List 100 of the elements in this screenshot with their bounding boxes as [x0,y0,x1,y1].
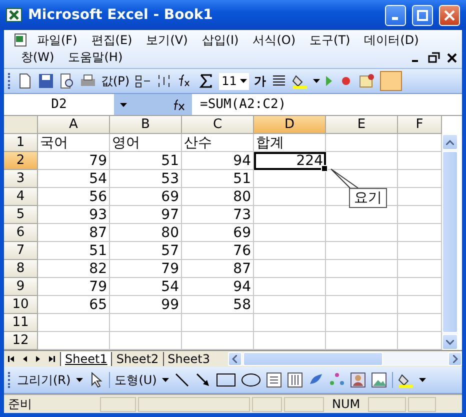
paste-values-button[interactable]: 값(P) [101,72,130,90]
table-cell: 79 [38,152,110,170]
table-cell: 82 [38,260,110,278]
status-text: 준비 [8,396,33,413]
leader-line [330,168,360,190]
arrow-icon[interactable] [194,372,211,388]
menu-item[interactable]: 도움말(H) [61,49,130,66]
table-cell: 57 [110,242,182,260]
status-panel [100,396,136,412]
table-cell: 69 [110,188,182,206]
column-header[interactable]: F [398,116,442,134]
fill-color-icon[interactable] [292,73,308,90]
formula-field[interactable]: =SUM(A2:C2) [192,97,286,112]
sum-icon[interactable] [198,73,214,90]
table-cell: 87 [182,260,254,278]
last-sheet-icon[interactable] [46,354,56,364]
grid-swatch-icon[interactable] [380,71,402,92]
name-box-caret-icon[interactable] [120,102,127,107]
vertical-text-box-icon[interactable] [286,372,303,388]
scroll-left-button[interactable] [228,352,242,366]
status-panel [408,396,436,412]
menu-item[interactable]: 도구(T) [302,32,358,49]
column-header[interactable]: C [182,116,254,134]
scroll-down-button[interactable] [442,334,458,350]
row-header[interactable]: 10 [4,296,38,314]
function-icon[interactable] [172,98,186,111]
table-cell: 69 [182,224,254,242]
minimize-button[interactable] [385,4,406,26]
clip-art-icon[interactable] [350,372,366,388]
table-cell: 국어 [38,134,110,152]
maximize-icon[interactable] [417,10,428,20]
table-cell: 53 [110,170,182,188]
bold-button[interactable]: 가 [254,72,266,90]
close-button[interactable] [439,4,460,26]
fill-color-caret-icon[interactable] [312,79,320,84]
scroll-up-button[interactable] [442,134,458,150]
row-header[interactable]: 8 [4,260,38,278]
maximize-button[interactable] [412,4,433,26]
table-cell: 54 [110,278,182,296]
column-header[interactable]: A [38,116,110,134]
row-header[interactable]: 9 [4,278,38,296]
font-size-field[interactable]: 11 [218,72,249,90]
name-box[interactable]: D2 [4,97,114,112]
menu-item[interactable]: 창(W) [14,49,62,66]
shapes-caret-icon[interactable] [162,378,169,382]
first-sheet-icon[interactable] [7,354,17,364]
scroll-right-button[interactable] [448,352,462,366]
column-header[interactable]: B [110,116,182,134]
line-icon[interactable] [174,372,190,388]
row-header[interactable]: 4 [4,188,38,206]
column-header[interactable]: D [254,116,326,134]
column-header[interactable]: E [326,116,398,134]
table-cell: 산수 [182,134,254,152]
callout: 요기 [349,188,387,208]
row-header[interactable]: 2 [4,152,38,170]
table-cell: 51 [110,152,182,170]
table-cell: 51 [38,242,110,260]
menu-item[interactable]: 편집(E) [84,32,140,49]
menu-item[interactable]: 삽입(I) [194,32,246,49]
insert-column-icon[interactable] [134,73,151,90]
table-cell: 영어 [110,134,182,152]
image-icon[interactable] [370,372,387,388]
form-icon[interactable] [358,73,375,90]
close-icon[interactable] [446,52,458,64]
row-header[interactable]: 12 [4,332,38,350]
scroll-thumb[interactable] [442,151,458,334]
table-cell: 51 [182,170,254,188]
draw-menu-button[interactable]: 그리기(R) [17,372,71,389]
restore-icon[interactable] [428,52,440,64]
row-header[interactable]: 7 [4,242,38,260]
menu-item[interactable]: 파일(F) [30,32,84,49]
split-icon[interactable] [156,73,172,90]
menu-item[interactable]: 서식(O) [246,32,303,49]
print-preview-icon[interactable] [59,73,75,90]
table-cell: 87 [38,224,110,242]
save-icon[interactable] [38,73,54,90]
row-header[interactable]: 11 [4,314,38,332]
fill-color-icon[interactable] [398,372,414,388]
menu-item[interactable]: 보기(V) [139,32,195,49]
table-cell: 56 [38,188,110,206]
rectangle-icon[interactable] [216,372,236,388]
fill-handle[interactable] [321,165,328,172]
table-cell: 73 [182,206,254,224]
draw-caret-icon[interactable] [76,378,83,382]
shapes-menu-button[interactable]: 도형(U) [114,372,157,389]
table-cell: 97 [110,206,182,224]
row-header[interactable]: 1 [4,134,38,152]
caret-icon[interactable] [240,79,247,84]
fill-caret-icon[interactable] [418,378,426,382]
new-document-icon[interactable] [17,73,33,90]
menu-item[interactable]: 데이터(D) [357,32,426,49]
horizontal-scroll-thumb[interactable] [242,352,383,366]
table-cell: 99 [110,296,182,314]
sheet-tab[interactable]: Sheet1 [60,352,112,366]
row-header[interactable]: 5 [4,206,38,224]
text-box-icon[interactable] [266,372,282,388]
row-header[interactable]: 6 [4,224,38,242]
row-header[interactable]: 3 [4,170,38,188]
ellipse-icon[interactable] [240,372,261,388]
table-cell: 76 [182,242,254,260]
